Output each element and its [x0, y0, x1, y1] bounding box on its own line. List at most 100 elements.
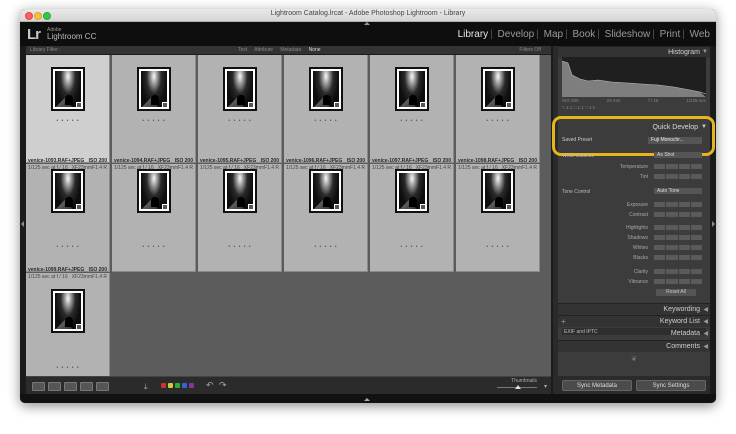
- lightroom-logo: Lr: [27, 26, 41, 43]
- photo-cell[interactable]: • • • • •: [26, 55, 110, 163]
- star-rating[interactable]: • • • • •: [112, 118, 196, 124]
- photo-thumbnail[interactable]: [137, 67, 171, 111]
- clarity-buttons[interactable]: [654, 269, 702, 274]
- module-slideshow[interactable]: Slideshow: [603, 29, 653, 40]
- grid-view-button[interactable]: [32, 382, 45, 391]
- photo-cell[interactable]: • • • • •: [112, 55, 196, 163]
- sort-icon[interactable]: ⤓: [144, 382, 148, 392]
- reset-all-button[interactable]: Reset All: [656, 289, 696, 296]
- green-label-swatch[interactable]: [175, 383, 180, 388]
- metadata-header[interactable]: Metadata ◀: [558, 328, 710, 339]
- comments-expand-icon[interactable]: ◀: [703, 343, 708, 350]
- thumbnail-slider-knob[interactable]: [515, 385, 521, 389]
- filter-attribute[interactable]: Attribute: [254, 47, 273, 53]
- photo-thumbnail[interactable]: [51, 67, 85, 111]
- photo-cell[interactable]: • • • • •: [370, 55, 454, 163]
- highlights-buttons[interactable]: [654, 225, 702, 230]
- photo-cell[interactable]: • • • • • venice-1099.RAF+JPEG ISO 200 1/12…: [26, 267, 110, 377]
- comments-header[interactable]: Comments ◀: [558, 340, 710, 352]
- module-map[interactable]: Map: [542, 29, 565, 40]
- photo-thumbnail[interactable]: [223, 67, 257, 111]
- temperature-buttons[interactable]: [654, 164, 702, 169]
- develop-badge-icon: [334, 204, 340, 210]
- photo-cell[interactable]: • • • • •: [284, 55, 368, 163]
- sync-settings-button[interactable]: Sync Settings: [636, 380, 706, 391]
- photo-cell[interactable]: • • • • • venice-1093.RAF+JPEG ISO 200 1/12…: [26, 158, 110, 272]
- keyword-list-header[interactable]: + Keyword List ◀: [558, 315, 710, 327]
- add-keyword-icon[interactable]: +: [561, 317, 566, 326]
- filters-off-dropdown[interactable]: Filters Off: [519, 47, 541, 53]
- file-name: venice-1099.RAF+JPEG: [28, 267, 85, 273]
- survey-view-button[interactable]: [80, 382, 93, 391]
- histogram-graph: [562, 57, 706, 97]
- sync-metadata-button[interactable]: Sync Metadata: [562, 380, 632, 391]
- tint-buttons[interactable]: [654, 174, 702, 179]
- photo-cell[interactable]: • • • • • venice-1097.RAF+JPEG ISO 200 1/12…: [370, 158, 454, 272]
- star-rating[interactable]: • • • • •: [456, 118, 540, 124]
- develop-badge-icon: [248, 102, 254, 108]
- star-rating[interactable]: • • • • •: [112, 244, 196, 250]
- vibrance-buttons[interactable]: [654, 279, 702, 284]
- photo-cell[interactable]: • • • • •: [198, 55, 282, 163]
- photo-cell[interactable]: • • • • • venice-1096.RAF+JPEG ISO 200 1/12…: [284, 158, 368, 272]
- star-rating[interactable]: • • • • •: [198, 244, 282, 250]
- keyword-list-expand-icon[interactable]: ◀: [703, 318, 708, 325]
- module-develop[interactable]: Develop: [496, 29, 537, 40]
- expand-filmstrip-icon[interactable]: [364, 398, 370, 401]
- keywording-expand-icon[interactable]: ◀: [703, 306, 708, 313]
- shadows-buttons[interactable]: [654, 235, 702, 240]
- develop-badge-icon: [248, 204, 254, 210]
- expand-left-panel-icon[interactable]: [21, 221, 24, 227]
- blue-label-swatch[interactable]: [182, 383, 187, 388]
- rotate-right-icon[interactable]: ↷: [219, 380, 227, 391]
- module-book[interactable]: Book: [570, 29, 597, 40]
- photo-thumbnail[interactable]: [395, 67, 429, 111]
- module-web[interactable]: Web: [688, 29, 712, 40]
- toolbar-menu-chevron-icon[interactable]: ▾: [544, 383, 547, 390]
- photo-cell[interactable]: • • • • • venice-1095.RAF+JPEG ISO 200 1/12…: [198, 158, 282, 272]
- exposure-buttons[interactable]: [654, 202, 702, 207]
- histogram-collapse-icon[interactable]: ▼: [702, 49, 708, 55]
- white-balance-row: White Balance As Shot: [562, 152, 706, 160]
- photo-thumbnail[interactable]: [481, 67, 515, 111]
- whites-buttons[interactable]: [654, 245, 702, 250]
- star-rating[interactable]: • • • • •: [284, 244, 368, 250]
- red-label-swatch[interactable]: [161, 383, 166, 388]
- photo-thumbnail[interactable]: [309, 67, 343, 111]
- contrast-label: Contrast: [629, 212, 648, 218]
- photo-cell[interactable]: • • • • •: [456, 55, 540, 163]
- star-rating[interactable]: • • • • •: [370, 118, 454, 124]
- tone-control-label: Tone Control: [562, 189, 591, 195]
- module-library[interactable]: Library: [456, 29, 491, 40]
- people-view-button[interactable]: [96, 382, 109, 391]
- star-rating[interactable]: • • • • •: [26, 365, 110, 371]
- star-rating[interactable]: • • • • •: [198, 118, 282, 124]
- photo-cell[interactable]: • • • • • venice-1098.RAF+JPEG ISO 200 1/12…: [456, 158, 540, 272]
- photo-cell[interactable]: • • • • • venice-1094.RAF+JPEG ISO 200 1/12…: [112, 158, 196, 272]
- contrast-buttons[interactable]: [654, 212, 702, 217]
- star-rating[interactable]: • • • • •: [370, 244, 454, 250]
- star-rating[interactable]: • • • • •: [456, 244, 540, 250]
- star-rating[interactable]: • • • • •: [26, 244, 110, 250]
- highlight-annotation: [552, 116, 715, 156]
- metadata-expand-icon[interactable]: ◀: [703, 330, 708, 337]
- filter-metadata[interactable]: Metadata: [280, 47, 301, 53]
- saved-preset-dropdown[interactable]: Fuji Monochr...: [648, 137, 702, 144]
- white-balance-dropdown[interactable]: As Shot: [654, 152, 702, 158]
- auto-tone-button[interactable]: Auto Tone: [654, 188, 702, 194]
- star-rating[interactable]: • • • • •: [26, 118, 110, 124]
- compare-view-button[interactable]: [64, 382, 77, 391]
- yellow-label-swatch[interactable]: [168, 383, 173, 388]
- blacks-buttons[interactable]: [654, 255, 702, 260]
- module-print[interactable]: Print: [658, 29, 683, 40]
- keywording-header[interactable]: Keywording ◀: [558, 303, 710, 315]
- star-rating[interactable]: • • • • •: [284, 118, 368, 124]
- filter-text[interactable]: Text: [238, 47, 247, 53]
- rotate-left-icon[interactable]: ↶: [206, 380, 214, 391]
- collapse-right-panel-icon[interactable]: [712, 221, 715, 227]
- photo-thumbnail[interactable]: [51, 289, 85, 333]
- filter-none[interactable]: None: [309, 47, 321, 53]
- loupe-view-button[interactable]: [48, 382, 61, 391]
- collapse-top-panel-icon[interactable]: [364, 22, 370, 25]
- purple-label-swatch[interactable]: [189, 383, 194, 388]
